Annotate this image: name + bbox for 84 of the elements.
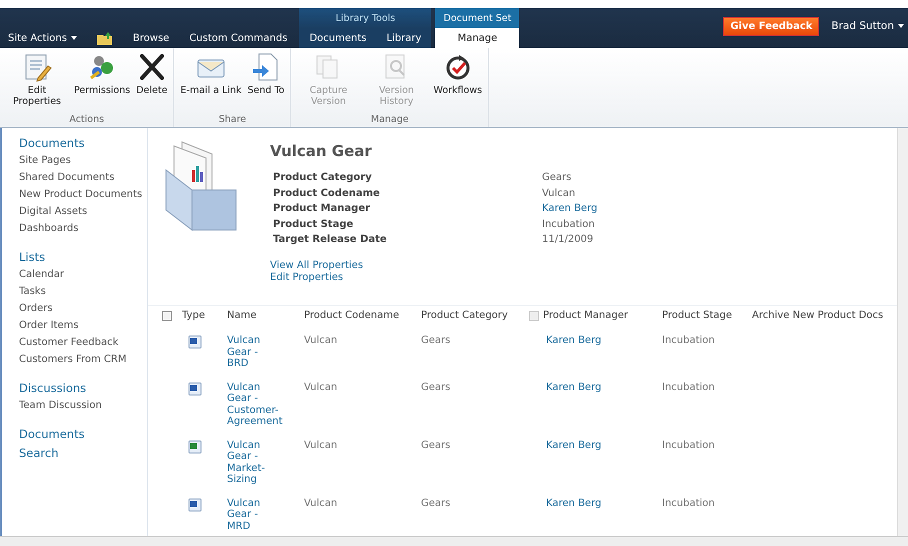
table-cell-text: Incubation bbox=[662, 438, 716, 452]
property-value: Incubation bbox=[542, 218, 596, 232]
person-link[interactable]: Karen Berg bbox=[529, 374, 662, 432]
table-cell-text: Vulcan bbox=[304, 380, 338, 394]
nav-heading-link[interactable]: Documents bbox=[19, 427, 147, 441]
property-value: Gears bbox=[542, 171, 572, 185]
table-cell-text: Vulcan bbox=[304, 438, 338, 452]
nav-heading-link[interactable]: Documents bbox=[19, 136, 147, 150]
dropdown-caret-icon bbox=[70, 36, 77, 40]
contextual-tab-group-label: Document Set bbox=[435, 8, 520, 28]
table-cell-text: Incubation bbox=[662, 496, 716, 510]
ribbon-button[interactable]: Delete bbox=[133, 48, 170, 114]
nav-link[interactable]: Tasks bbox=[19, 286, 147, 297]
nav-link[interactable]: Site Pages bbox=[19, 155, 147, 166]
column-header[interactable]: Product Category bbox=[421, 310, 508, 321]
document-file-icon bbox=[188, 498, 202, 512]
ribbon-tab[interactable]: Browse bbox=[124, 28, 182, 48]
table-cell-text: Gears bbox=[421, 380, 452, 394]
document-name-link[interactable]: Vulcan Gear - BRD bbox=[227, 327, 279, 374]
column-header[interactable]: Type bbox=[182, 310, 205, 321]
user-menu[interactable]: Brad Sutton bbox=[831, 20, 908, 32]
nav-link[interactable]: Digital Assets bbox=[19, 206, 147, 217]
ribbon-tab[interactable]: Library bbox=[376, 28, 432, 48]
person-link[interactable]: Karen Berg bbox=[529, 327, 662, 374]
vertical-scrollbar[interactable] bbox=[897, 128, 908, 536]
nav-link[interactable]: Order Items bbox=[19, 320, 147, 331]
property-value-link[interactable]: Karen Berg bbox=[542, 201, 598, 216]
document-name-link[interactable]: Vulcan Gear - Market-Sizing bbox=[227, 432, 279, 490]
ribbon-tab[interactable]: Documents bbox=[299, 28, 376, 48]
property-label: Product Codename bbox=[273, 186, 381, 200]
table-cell-text: Gears bbox=[421, 334, 452, 348]
nav-link[interactable]: Orders bbox=[19, 303, 147, 314]
dropdown-caret-icon bbox=[898, 24, 904, 28]
person-link[interactable]: Karen Berg bbox=[529, 432, 662, 490]
document-file-icon bbox=[188, 335, 202, 349]
property-label: Product Manager bbox=[273, 202, 372, 216]
column-header[interactable]: Product Stage bbox=[662, 310, 732, 321]
column-header[interactable]: Product Manager bbox=[543, 310, 628, 321]
nav-link[interactable]: Customer Feedback bbox=[19, 337, 147, 348]
ribbon-group-label: Actions bbox=[68, 114, 106, 127]
property-value: 11/1/2009 bbox=[542, 233, 594, 247]
ribbon-button[interactable]: Workflows bbox=[430, 48, 486, 114]
person-link[interactable]: Karen Berg bbox=[529, 490, 662, 536]
nav-heading-link[interactable]: Search bbox=[19, 446, 147, 460]
column-header[interactable]: Name bbox=[227, 310, 257, 321]
nav-heading-link[interactable]: Lists bbox=[19, 250, 147, 264]
nav-link[interactable]: New Product Documents bbox=[19, 189, 147, 200]
select-all-checkbox[interactable] bbox=[162, 310, 172, 320]
ribbon-button[interactable]: E-mail a Link bbox=[177, 48, 245, 114]
ribbon-button[interactable]: Edit Properties bbox=[3, 48, 71, 114]
property-label: Product Stage bbox=[273, 218, 354, 232]
nav-link[interactable]: Shared Documents bbox=[19, 172, 147, 183]
ribbon-group-label: Manage bbox=[370, 114, 410, 127]
table-cell-text: Gears bbox=[421, 496, 452, 510]
document-name-link[interactable]: Vulcan Gear - MRD bbox=[227, 490, 279, 536]
table-cell-text: Gears bbox=[421, 438, 452, 452]
ribbon-button[interactable]: Send To bbox=[244, 48, 288, 114]
spreadsheet-file-icon bbox=[188, 440, 202, 454]
document-set-title: Vulcan Gear bbox=[270, 142, 373, 160]
ribbon-button[interactable]: Permissions bbox=[71, 48, 134, 114]
ribbon-tab[interactable]: Custom Commands bbox=[181, 28, 300, 48]
nav-link[interactable]: Team Discussion bbox=[19, 400, 147, 411]
property-link[interactable]: View All Properties bbox=[270, 260, 598, 272]
property-label: Product Category bbox=[273, 171, 373, 185]
column-header[interactable]: Product Codename bbox=[304, 310, 400, 321]
table-cell-text: Incubation bbox=[662, 334, 716, 348]
nav-heading-link[interactable]: Discussions bbox=[19, 381, 147, 395]
site-actions-menu[interactable]: Site Actions bbox=[0, 28, 89, 48]
horizontal-scrollbar[interactable] bbox=[0, 536, 908, 546]
property-link[interactable]: Edit Properties bbox=[270, 272, 598, 284]
ribbon-tab[interactable]: Manage bbox=[435, 28, 520, 48]
contextual-tab-group-label: Library Tools bbox=[299, 8, 432, 28]
ribbon-group-label: Share bbox=[218, 114, 248, 127]
nav-link[interactable]: Calendar bbox=[19, 269, 147, 280]
folder-up-icon bbox=[96, 32, 113, 44]
property-label: Target Release Date bbox=[273, 233, 388, 247]
table-cell-text: Vulcan bbox=[304, 496, 338, 510]
nav-link[interactable]: Customers From CRM bbox=[19, 354, 147, 365]
nav-link[interactable]: Dashboards bbox=[19, 223, 147, 234]
table-cell-text: Vulcan bbox=[304, 334, 338, 348]
column-header[interactable]: Archive New Product Docs bbox=[752, 310, 884, 321]
document-file-icon bbox=[188, 382, 202, 396]
property-value: Vulcan bbox=[542, 186, 576, 200]
table-cell-text: Incubation bbox=[662, 380, 716, 394]
